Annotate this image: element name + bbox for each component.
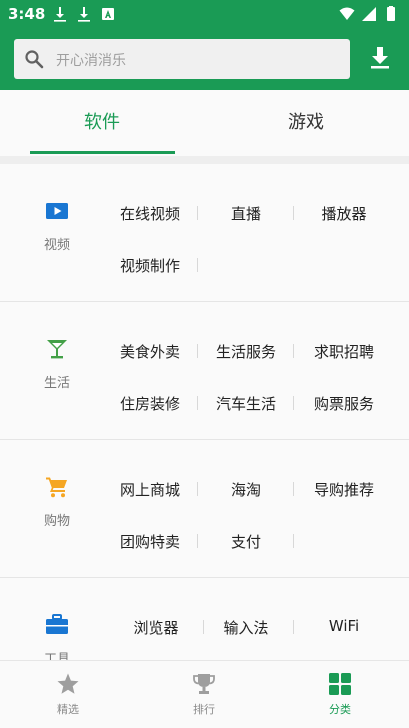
star-icon: [57, 673, 79, 694]
category-name: 生活: [43, 376, 70, 391]
signal-icon: [362, 7, 376, 21]
subcategory-item[interactable]: 输入法: [198, 617, 294, 638]
subcategory-item[interactable]: 在线视频: [102, 203, 198, 224]
search-icon: [25, 50, 44, 69]
subcategory-item[interactable]: 播放器: [296, 203, 392, 224]
subcategory-item[interactable]: 支付: [198, 531, 294, 552]
category-shopping: 购物 网上商城 海淘 导购推荐 团购特卖 支付: [0, 440, 409, 578]
battery-icon: [387, 6, 395, 21]
subcategory-item[interactable]: WiFi: [296, 617, 392, 635]
nav-featured[interactable]: 精选: [0, 661, 136, 728]
subcategory-item[interactable]: 购票服务: [296, 393, 392, 414]
subcategory-item[interactable]: 导购推荐: [296, 479, 392, 500]
download-icon[interactable]: [369, 46, 391, 70]
status-bar: 3:48: [0, 0, 409, 28]
tab-indicator: [30, 151, 175, 154]
category-name: 购物: [43, 514, 70, 529]
download-notification-icon: [78, 7, 90, 22]
subcategory-item[interactable]: 团购特卖: [102, 531, 198, 552]
subcategory-item[interactable]: 浏览器: [108, 617, 204, 638]
wifi-icon: [339, 7, 355, 20]
search-input[interactable]: 开心消消乐: [14, 39, 350, 79]
nav-ranking[interactable]: 排行: [136, 661, 272, 728]
subcategory-item[interactable]: 网上商城: [102, 479, 198, 500]
toolbox-icon: [46, 614, 68, 634]
subcategory-item[interactable]: 住房装修: [102, 393, 198, 414]
grid-icon: [329, 673, 351, 695]
download-notification-icon: [54, 7, 66, 22]
play-icon: [46, 203, 68, 219]
cart-icon: [46, 477, 67, 498]
bottom-navigation: 精选 排行 分类: [0, 660, 409, 728]
category-name: 视频: [43, 238, 70, 253]
subcategory-item[interactable]: 海淘: [198, 479, 294, 500]
subcategory-item[interactable]: 美食外卖: [102, 341, 198, 362]
category-life: 生活 美食外卖 生活服务 求职招聘 住房装修 汽车生活 购票服务: [0, 302, 409, 440]
subcategory-item[interactable]: 求职招聘: [296, 341, 392, 362]
subcategory-item[interactable]: 直播: [198, 203, 294, 224]
subcategory-item[interactable]: 汽车生活: [198, 393, 294, 414]
category-tools: 工具 浏览器 输入法 WiFi: [0, 578, 409, 660]
nav-categories[interactable]: 分类: [272, 661, 408, 728]
trophy-icon: [193, 674, 215, 694]
tab-software[interactable]: 软件: [0, 90, 204, 156]
nav-label: 精选: [57, 703, 79, 716]
nav-label: 分类: [329, 703, 351, 716]
font-notification-icon: [102, 8, 114, 20]
category-video: 视频 在线视频 直播 播放器 视频制作: [0, 164, 409, 302]
status-time: 3:48: [8, 5, 46, 23]
subcategory-item[interactable]: 生活服务: [198, 341, 294, 362]
app-bar: 开心消消乐: [0, 28, 409, 90]
search-placeholder: 开心消消乐: [56, 53, 126, 69]
cocktail-icon: [47, 340, 67, 359]
subcategory-item[interactable]: 视频制作: [102, 255, 198, 276]
tab-bar: 软件 游戏: [0, 90, 409, 156]
nav-label: 排行: [193, 703, 215, 716]
tab-games[interactable]: 游戏: [204, 90, 408, 156]
category-name: 工具: [43, 652, 70, 660]
category-list[interactable]: 视频 在线视频 直播 播放器 视频制作 生活 美食外卖 生活服务 求职招聘 住房…: [0, 164, 409, 660]
